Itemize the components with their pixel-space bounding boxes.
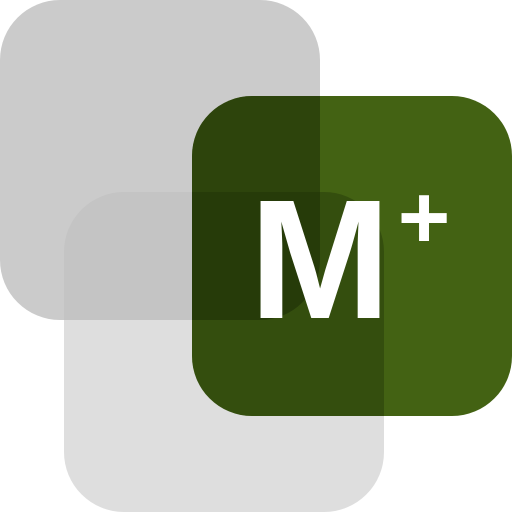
m-plus-logo: M + [0, 0, 512, 512]
app-icon: M + [0, 0, 512, 512]
letter-m: M [249, 165, 391, 355]
superscript-plus: + [398, 168, 451, 268]
